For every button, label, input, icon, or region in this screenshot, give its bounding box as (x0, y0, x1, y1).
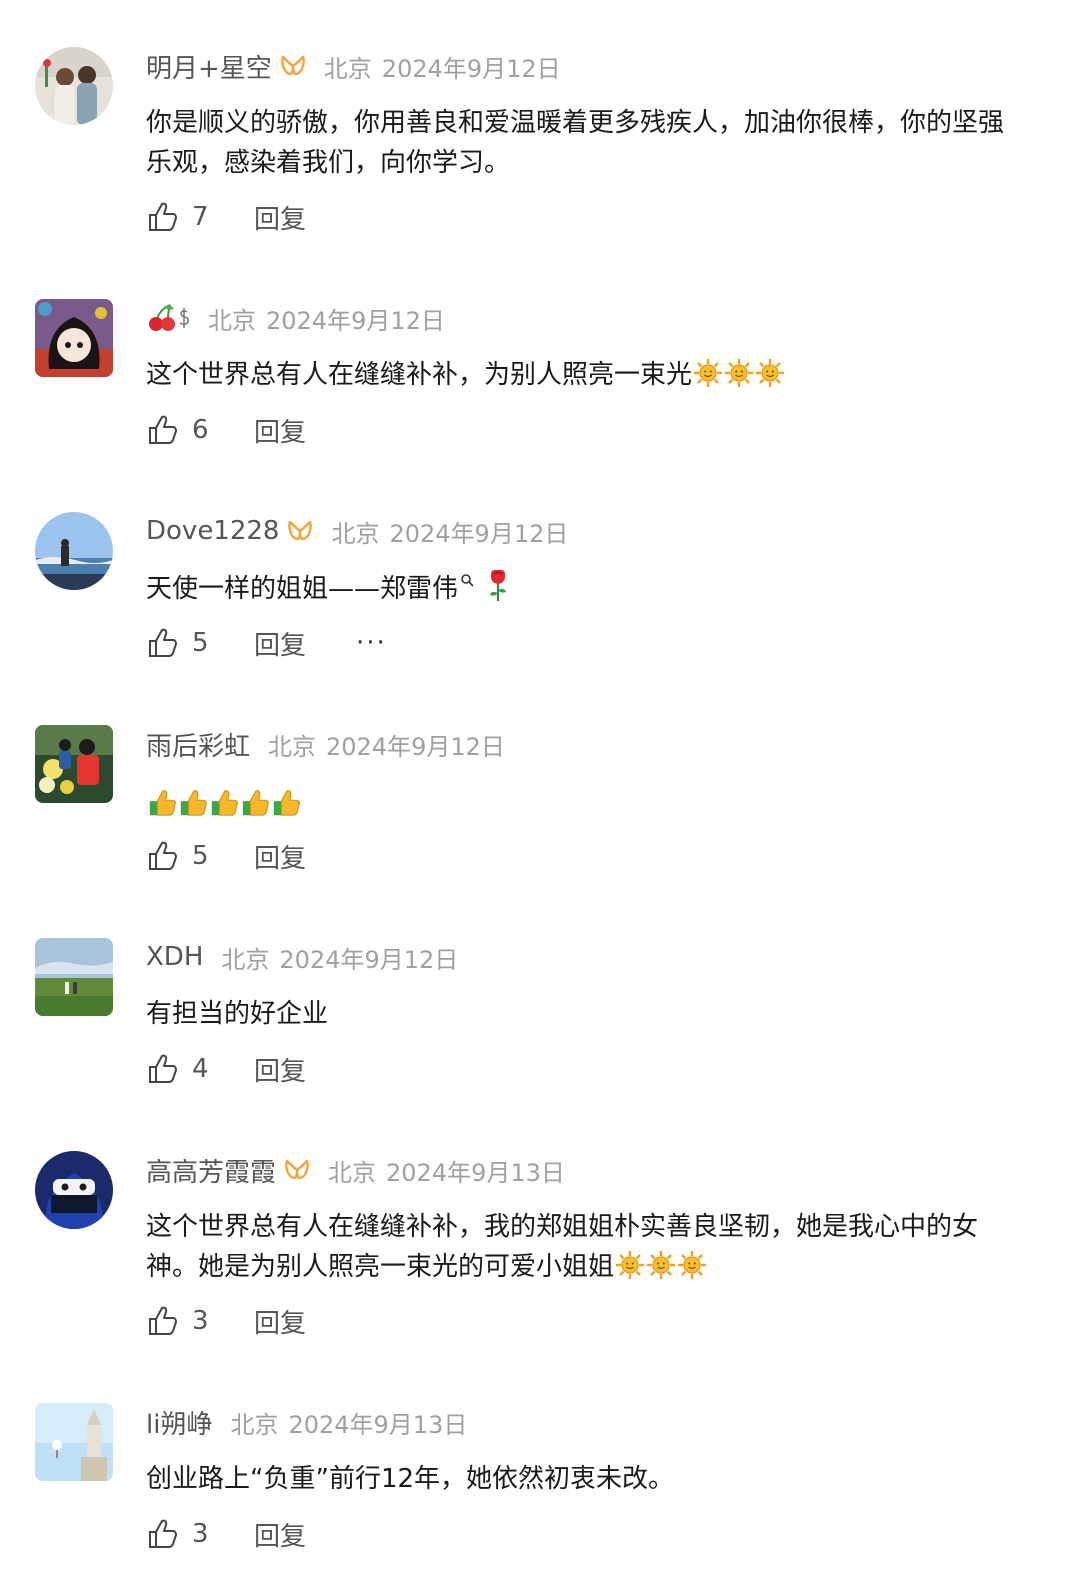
thumbs-up-icon[interactable] (146, 626, 180, 660)
sun-icon (615, 1250, 645, 1280)
timestamp: 2024年9月13日 (386, 1158, 565, 1187)
thumbs-up-emoji-icon (147, 788, 177, 818)
avatar[interactable] (35, 47, 113, 125)
comment-meta: 北京 2024年9月12日 (146, 301, 445, 335)
username[interactable] (146, 303, 190, 333)
thumbs-up-icon[interactable] (146, 1517, 180, 1551)
comment-text-wrap (146, 785, 1026, 825)
comment-actions: 6 回复 (146, 410, 306, 450)
reply-button[interactable]: 回复 (254, 625, 306, 662)
reply-button[interactable]: 回复 (254, 199, 306, 236)
sun-icon (693, 358, 723, 388)
timestamp: 2024年9月12日 (326, 732, 505, 761)
like-count: 4 (192, 1054, 209, 1084)
comment-text: 你是顺义的骄傲，你用善良和爱温暖着更多残疾人，加油你很棒，你的坚强乐观，感染着我… (146, 108, 1005, 178)
vip-badge-icon (284, 1159, 310, 1181)
like-count: 3 (192, 1519, 209, 1549)
comment-text-wrap: 天使一样的姐姐——郑雷伟 (146, 568, 1026, 609)
rose-icon (486, 568, 510, 602)
like-count: 7 (192, 202, 209, 232)
comment-meta: 高高芳霞霞 北京 2024年9月13日 (146, 1152, 565, 1189)
comment-actions: 7 回复 (146, 197, 306, 237)
dollar-icon (179, 308, 189, 328)
comment-actions: 3 回复 (146, 1301, 306, 1341)
username[interactable]: 雨后彩虹 (146, 726, 250, 763)
comment-meta: 明月+星空 北京 2024年9月12日 (146, 48, 561, 85)
avatar[interactable] (35, 1151, 113, 1229)
comment-meta: XDH 北京 2024年9月12日 (146, 940, 458, 974)
reply-button[interactable]: 回复 (254, 1303, 306, 1340)
timestamp: 2024年9月12日 (279, 945, 459, 974)
sun-icon (646, 1250, 676, 1280)
location: 北京 (221, 945, 270, 974)
like-count: 3 (192, 1306, 209, 1336)
sun-icon (677, 1250, 707, 1280)
avatar[interactable] (35, 512, 113, 590)
vip-badge-icon (280, 55, 306, 77)
location: 北京 (323, 54, 372, 83)
thumbs-up-emoji-icon (240, 788, 270, 818)
reply-button[interactable]: 回复 (254, 1051, 306, 1088)
thumbs-up-emoji-icon (209, 788, 239, 818)
location: 北京 (268, 732, 317, 761)
vip-badge-icon (287, 520, 313, 542)
reply-button[interactable]: 回复 (254, 838, 306, 875)
location: 北京 (328, 1158, 377, 1187)
cherry-icon (149, 304, 175, 331)
username[interactable]: 高高芳霞霞 (146, 1152, 276, 1189)
thumbs-up-icon[interactable] (146, 839, 180, 873)
thumbs-up-emoji-icon (271, 788, 301, 818)
comment-text-wrap: 这个世界总有人在缝缝补补，为别人照亮一束光 (146, 355, 1026, 395)
like-count: 5 (192, 841, 209, 871)
comment-meta: Dove1228 北京 2024年9月12日 (146, 514, 568, 548)
location: 北京 (230, 1410, 279, 1439)
comment-text: 有担当的好企业 (146, 999, 329, 1029)
comment-text-wrap: 这个世界总有人在缝缝补补，我的郑姐姐朴实善良坚韧，她是我心中的女神。她是为别人照… (146, 1207, 1026, 1287)
thumbs-up-icon[interactable] (146, 1304, 180, 1338)
timestamp: 2024年9月12日 (381, 54, 561, 83)
timestamp: 2024年9月12日 (389, 519, 569, 548)
comment-actions: 4 回复 (146, 1049, 306, 1089)
comment-actions: 5 回复 ··· (146, 623, 387, 663)
avatar[interactable] (35, 938, 113, 1016)
comment-actions: 3 回复 (146, 1514, 306, 1554)
comment-text: 这个世界总有人在缝缝补补，为别人照亮一束光 (146, 360, 693, 390)
like-count: 5 (192, 628, 209, 658)
sun-icon (724, 358, 754, 388)
comment-actions: 5 回复 (146, 836, 306, 876)
sun-icon (755, 358, 785, 388)
thumbs-up-icon[interactable] (146, 200, 180, 234)
comment-meta: 雨后彩虹 北京 2024年9月12日 (146, 726, 505, 763)
avatar[interactable] (35, 1403, 113, 1481)
like-count: 6 (192, 415, 209, 445)
comment-meta: li朔峥 北京 2024年9月13日 (146, 1404, 468, 1441)
comment-text: 创业路上“负重”前行12年，她依然初衷未改。 (146, 1464, 675, 1494)
thumbs-up-icon[interactable] (146, 1052, 180, 1086)
thumbs-up-emoji-icon (178, 788, 208, 818)
location: 北京 (331, 519, 380, 548)
timestamp: 2024年9月12日 (266, 306, 445, 335)
comment-text: 这个世界总有人在缝缝补补，我的郑姐姐朴实善良坚韧，她是我心中的女神。她是为别人照… (146, 1212, 979, 1282)
more-button[interactable]: ··· (356, 628, 387, 658)
location: 北京 (208, 306, 256, 335)
search-icon[interactable] (460, 573, 474, 587)
reply-button[interactable]: 回复 (254, 412, 306, 449)
username[interactable]: li朔峥 (146, 1404, 212, 1441)
thumbs-up-icon[interactable] (146, 413, 180, 447)
avatar[interactable] (35, 299, 113, 377)
reply-button[interactable]: 回复 (254, 1516, 306, 1553)
comment-text: 天使一样的姐姐——郑雷伟 (146, 574, 459, 604)
timestamp: 2024年9月13日 (288, 1410, 468, 1439)
username[interactable]: XDH (146, 942, 203, 972)
avatar[interactable] (35, 725, 113, 803)
username[interactable]: Dove1228 (146, 516, 279, 546)
username[interactable]: 明月+星空 (146, 48, 272, 85)
